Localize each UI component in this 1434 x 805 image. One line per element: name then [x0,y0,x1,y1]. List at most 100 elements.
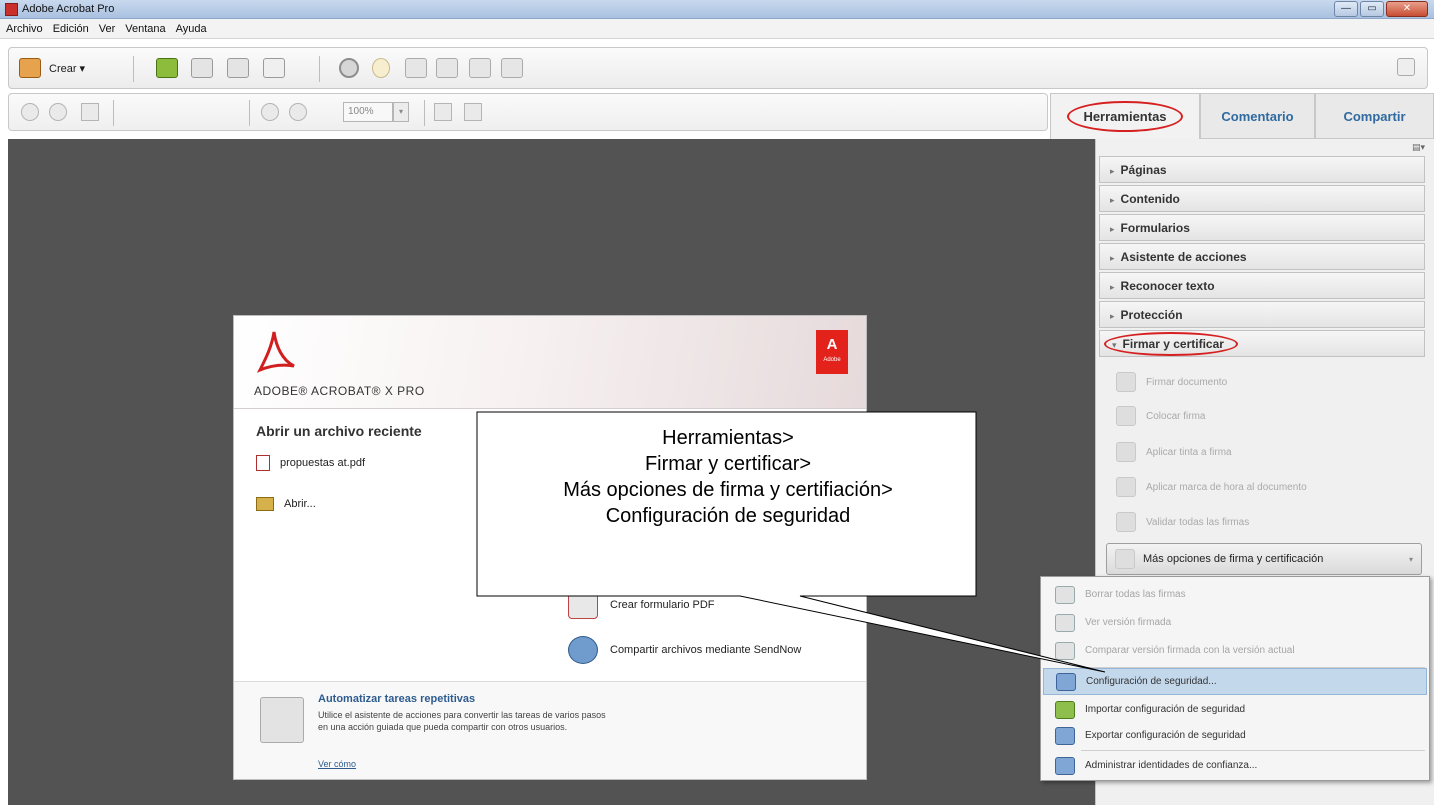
page-down-icon[interactable] [49,103,67,121]
zoom-dropdown-icon[interactable]: ▾ [393,102,409,122]
menu-item-export-security[interactable]: Exportar configuración de seguridad [1043,722,1427,749]
settings-gear-icon[interactable] [339,58,359,78]
comment-icon[interactable] [372,58,390,78]
sign-icon[interactable] [469,58,491,78]
page-up-icon[interactable] [21,103,39,121]
toolbar-divider [319,56,320,82]
section-proteccion[interactable]: ▸ Protección [1099,301,1425,328]
section-formularios[interactable]: ▸ Formularios [1099,214,1425,241]
tip-text: Utilice el asistente de acciones para co… [318,710,606,732]
hand-icon[interactable] [214,103,232,121]
section-label: Formularios [1120,221,1190,235]
export-icon [1055,726,1075,745]
callout-line: Herramientas> [662,427,794,449]
close-button[interactable]: ✕ [1386,1,1428,17]
security-settings-icon [1056,672,1076,691]
sendnow-action[interactable]: Compartir archivos mediante SendNow [568,636,801,664]
zoom-out-icon[interactable] [261,103,279,121]
validate-signatures-item[interactable]: Validar todas las firmas [1116,507,1249,537]
section-label: Contenido [1120,192,1180,206]
menu-item-import-security[interactable]: Importar configuración de seguridad [1043,696,1427,723]
ink-signature-item[interactable]: Aplicar tinta a firma [1116,437,1232,467]
menu-edicion[interactable]: Edición [53,23,89,35]
create-form-action[interactable]: Crear formulario PDF [568,591,715,619]
place-signature-item[interactable]: Colocar firma [1116,401,1205,431]
acrobat-logo-icon [256,331,295,373]
expand-icon[interactable] [1397,58,1415,76]
maximize-button[interactable]: ▭ [1360,1,1384,17]
tab-comentario[interactable]: Comentario [1200,93,1315,139]
menu-ver[interactable]: Ver [99,23,116,35]
section-label: Reconocer texto [1120,279,1215,293]
menu-item-compare-version[interactable]: Comparar versión firmada con la versión … [1043,637,1427,664]
print-icon[interactable] [227,58,249,78]
pen-icon [1116,406,1136,426]
sign-options-menu: Borrar todas las firmas Ver versión firm… [1040,576,1430,781]
callout-line: Configuración de seguridad [605,505,851,527]
title-bar: Adobe Acrobat Pro — ▭ ✕ [0,0,1434,19]
panel-options-icon[interactable]: ▤▾ [1412,142,1428,152]
ink-icon [1116,442,1136,462]
timestamp-item[interactable]: Aplicar marca de hora al documento [1116,472,1307,502]
fit-page-icon[interactable] [464,103,482,121]
create-button[interactable]: Crear ▾ [49,62,85,75]
zoom-in-icon[interactable] [289,103,307,121]
menu-item-clear-signatures[interactable]: Borrar todas las firmas [1043,581,1427,608]
fit-width-icon[interactable] [434,103,452,121]
email-icon[interactable] [263,58,285,78]
chevron-down-icon: ▾ [1408,554,1413,564]
zoom-input[interactable]: 100% [343,102,393,122]
sendnow-icon [568,636,598,664]
recent-files-title: Abrir un archivo reciente [256,423,422,439]
section-reconocer-texto[interactable]: ▸ Reconocer texto [1099,272,1425,299]
welcome-header: ADOBE® ACROBAT® X PRO A Adobe [234,316,866,409]
more-sign-options-button[interactable]: Más opciones de firma y certificación ▾ [1106,543,1422,575]
attach-icon[interactable] [436,58,458,78]
sign-document-icon [1116,372,1136,392]
callout-line: Firmar y certificar> [644,453,812,475]
section-paginas[interactable]: ▸ Páginas [1099,156,1425,183]
save-icon[interactable] [191,58,213,78]
product-name: ADOBE® ACROBAT® X PRO [254,384,425,398]
section-contenido[interactable]: ▸ Contenido [1099,185,1425,212]
toolbar-divider [113,100,114,126]
menu-ayuda[interactable]: Ayuda [176,23,207,35]
create-icon[interactable] [19,58,41,78]
menu-archivo[interactable]: Archivo [6,23,43,35]
navigation-toolbar: 100% ▾ [8,93,1048,131]
tip-title: Automatizar tareas repetitivas [318,693,476,705]
section-label: Páginas [1120,163,1167,177]
tab-herramientas[interactable]: Herramientas [1050,93,1200,139]
select-arrow-icon[interactable] [179,103,197,121]
validate-icon [1116,512,1136,532]
menu-ventana[interactable]: Ventana [125,23,165,35]
page-number-field[interactable] [81,103,99,121]
see-how-link[interactable]: Ver cómo [318,759,356,769]
section-label: Asistente de acciones [1120,250,1247,264]
menu-item-trusted-identities[interactable]: Administrar identidades de confianza... [1043,752,1427,779]
toolbar-divider [249,100,250,126]
section-firmar-certificar[interactable]: ▾ Firmar y certificar [1099,330,1425,357]
open-file-link[interactable]: Abrir... [256,497,316,511]
adobe-logo: A Adobe [816,330,848,374]
menu-item-view-signed-version[interactable]: Ver versión firmada [1043,609,1427,636]
highlight-icon[interactable] [405,58,427,78]
recent-file-item[interactable]: propuestas at.pdf [256,455,365,471]
folder-icon [256,497,274,511]
sign-document-item[interactable]: Firmar documento [1116,367,1227,397]
view-version-icon [1055,613,1075,632]
clear-signatures-icon [1055,585,1075,604]
checklist-icon [260,697,304,743]
identities-icon [1055,756,1075,775]
callout-text: Herramientas> Firmar y certificar> Más o… [480,425,976,529]
open-icon[interactable] [156,58,178,78]
compare-icon[interactable] [501,58,523,78]
import-icon [1055,700,1075,719]
window-controls: — ▭ ✕ [1334,1,1428,17]
menu-divider [1081,750,1425,751]
tab-compartir[interactable]: Compartir [1315,93,1434,139]
minimize-button[interactable]: — [1334,1,1358,17]
acrobat-app-icon [5,3,18,16]
section-asistente-acciones[interactable]: ▸ Asistente de acciones [1099,243,1425,270]
menu-item-security-settings[interactable]: Configuración de seguridad... [1043,668,1427,695]
